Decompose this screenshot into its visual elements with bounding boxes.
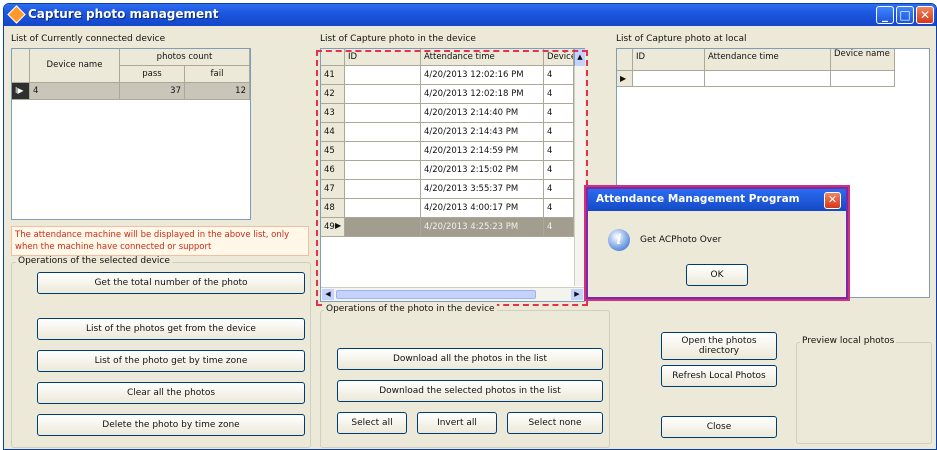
preview-local-photos-group — [796, 342, 932, 444]
select-none-button[interactable]: Select none — [507, 412, 603, 434]
ops-selected-device-label: Operations of the selected device — [16, 256, 172, 266]
dialog-close-icon[interactable]: ✕ — [824, 192, 841, 209]
dialog-title: Attendance Management Program — [596, 193, 800, 205]
header-photos-count: photos count — [120, 49, 250, 66]
local-new-row-id[interactable] — [633, 71, 705, 87]
app-icon — [7, 5, 26, 24]
local-new-row-device[interactable] — [831, 71, 895, 87]
pass-count-cell[interactable]: 37 — [120, 83, 185, 100]
capture-photo-window: Capture photo management _ □ ✕ List of C… — [3, 3, 937, 450]
header-device-name[interactable]: Device name — [30, 49, 120, 83]
delete-photos-by-time-zone-button[interactable]: Delete the photo by time zone — [37, 414, 305, 436]
refresh-local-photos-button[interactable]: Refresh Local Photos — [661, 365, 777, 387]
new-row-indicator-icon: ▶ — [617, 71, 633, 87]
invert-all-button[interactable]: Invert all — [417, 412, 497, 434]
close-button[interactable]: Close — [661, 416, 777, 438]
window-title: Capture photo management — [28, 7, 219, 21]
list-photos-by-time-zone-button[interactable]: List of the photo get by time zone — [37, 350, 305, 372]
ops-device-photos-label: Operations of the photo in the device — [324, 304, 497, 314]
dialog-message: Get ACPhoto Over — [640, 235, 722, 245]
grid-corner — [12, 49, 30, 83]
get-total-photos-button[interactable]: Get the total number of the photo — [37, 272, 305, 294]
fail-count-cell[interactable]: 12 — [185, 83, 250, 100]
header-fail[interactable]: fail — [185, 66, 250, 83]
device-name-cell[interactable]: 4 — [30, 83, 120, 100]
title-bar[interactable]: Capture photo management _ □ ✕ — [4, 4, 936, 26]
list-photos-from-device-button[interactable]: List of the photos get from the device — [37, 318, 305, 340]
download-all-button[interactable]: Download all the photos in the list — [337, 348, 603, 370]
connected-list-label: List of Currently connected device — [11, 34, 166, 44]
open-photos-directory-button[interactable]: Open the photos directory — [661, 332, 777, 360]
dialog-title-bar[interactable]: Attendance Management Program ✕ — [588, 189, 846, 211]
select-all-button[interactable]: Select all — [337, 412, 407, 434]
local-header-attendance-time[interactable]: Attendance time — [705, 49, 831, 71]
local-photos-label: List of Capture photo at local — [616, 34, 747, 44]
attendance-message-dialog: Attendance Management Program ✕ i Get AC… — [586, 187, 848, 299]
highlight-box — [316, 50, 588, 306]
info-icon: i — [608, 229, 630, 251]
clear-all-photos-button[interactable]: Clear all the photos — [37, 382, 305, 404]
local-header-device-name[interactable]: Device name — [831, 49, 895, 71]
connected-device-grid[interactable]: Device name photos count pass fail I▶ 4 … — [11, 48, 251, 220]
close-window-button[interactable]: ✕ — [916, 6, 934, 24]
download-selected-button[interactable]: Download the selected photos in the list — [337, 380, 603, 402]
device-photos-label: List of Capture photo in the device — [320, 34, 476, 44]
maximize-button[interactable]: □ — [896, 6, 914, 24]
minimize-button[interactable]: _ — [876, 6, 894, 24]
connection-note: The attendance machine will be displayed… — [11, 226, 309, 256]
dialog-ok-button[interactable]: OK — [686, 264, 748, 286]
preview-local-photos-label: Preview local photos — [800, 336, 897, 346]
grid-corner — [617, 49, 633, 71]
local-header-id[interactable]: ID — [633, 49, 705, 71]
local-new-row-time[interactable] — [705, 71, 831, 87]
header-pass[interactable]: pass — [120, 66, 185, 83]
row-indicator-icon: I▶ — [12, 83, 30, 100]
